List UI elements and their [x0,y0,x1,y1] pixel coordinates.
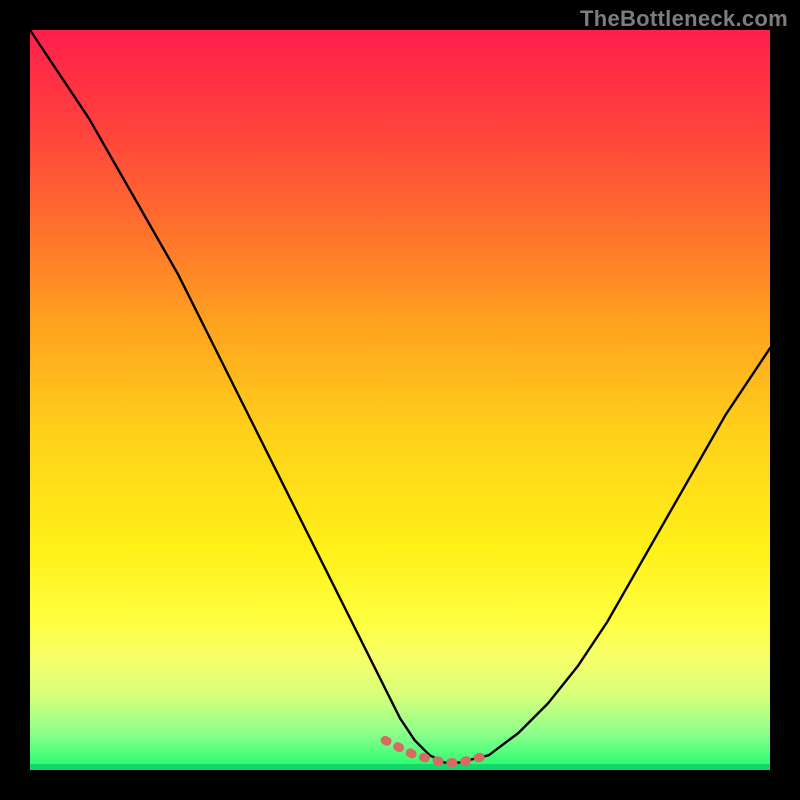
watermark-text: TheBottleneck.com [580,6,788,32]
chart-root: TheBottleneck.com [0,0,800,800]
bottleneck-curve [30,30,770,763]
curve-overlay [30,30,770,770]
